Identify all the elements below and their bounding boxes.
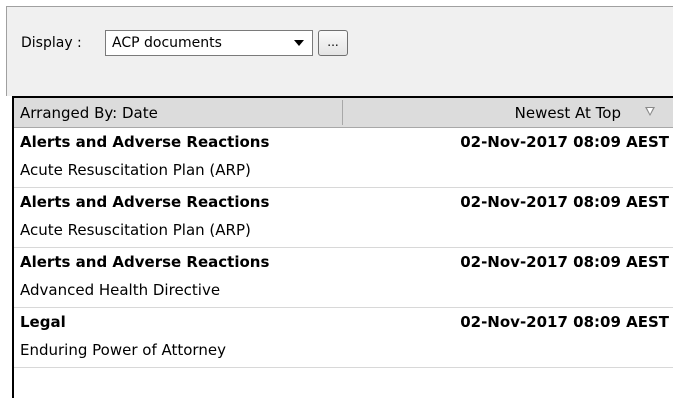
list-item[interactable]: Alerts and Adverse Reactions 02-Nov-2017… [14,128,673,188]
item-document-name: Advanced Health Directive [20,281,221,299]
display-label: Display : [21,35,82,51]
documents-panel: Display : ACP documents ... Arranged By:… [0,0,673,398]
item-document-name: Acute Resuscitation Plan (ARP) [20,221,251,239]
sort-order-header[interactable]: Newest At Top [515,104,621,122]
item-date: 02-Nov-2017 08:09 AEST [460,193,669,211]
display-select-value: ACP documents [112,35,222,51]
list-rows: Alerts and Adverse Reactions 02-Nov-2017… [14,128,673,368]
list-header: Arranged By: Date Newest At Top [14,98,673,128]
item-category: Alerts and Adverse Reactions [20,193,270,211]
item-document-name: Enduring Power of Attorney [20,341,226,359]
item-category: Alerts and Adverse Reactions [20,133,270,151]
display-options-button[interactable]: ... [318,30,348,56]
item-category: Legal [20,313,66,331]
display-toolbar: Display : ACP documents ... [6,6,673,86]
sort-descending-icon[interactable] [645,107,655,116]
list-item[interactable]: Alerts and Adverse Reactions 02-Nov-2017… [14,248,673,308]
list-item[interactable]: Legal 02-Nov-2017 08:09 AEST Enduring Po… [14,308,673,368]
item-category: Alerts and Adverse Reactions [20,253,270,271]
item-date: 02-Nov-2017 08:09 AEST [460,253,669,271]
header-separator [342,100,343,125]
list-item[interactable]: Alerts and Adverse Reactions 02-Nov-2017… [14,188,673,248]
item-date: 02-Nov-2017 08:09 AEST [460,313,669,331]
arranged-by-header[interactable]: Arranged By: Date [20,104,158,122]
document-list: Arranged By: Date Newest At Top Alerts a… [12,96,673,398]
item-document-name: Acute Resuscitation Plan (ARP) [20,161,251,179]
item-date: 02-Nov-2017 08:09 AEST [460,133,669,151]
dropdown-arrow-icon[interactable] [294,40,304,46]
display-select[interactable]: ACP documents [105,30,313,56]
panel-divider [6,86,673,96]
